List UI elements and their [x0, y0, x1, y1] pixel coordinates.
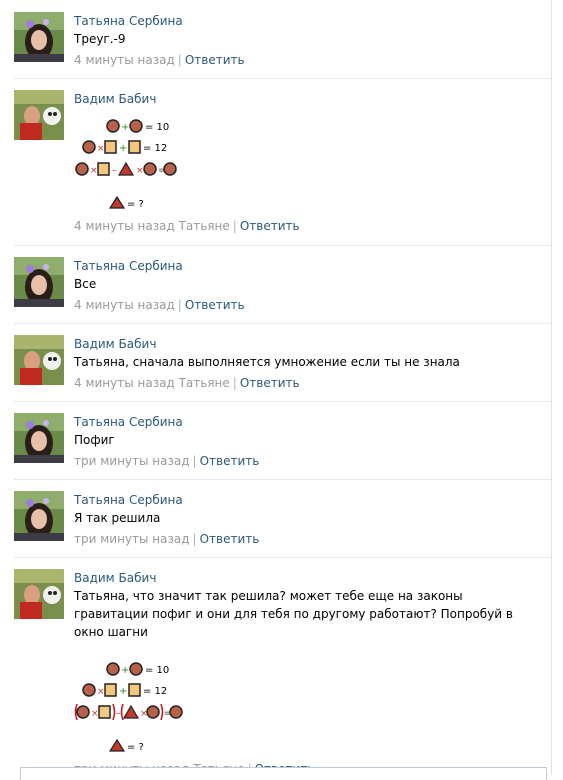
avatar[interactable]	[14, 491, 64, 541]
puzzle-line1: = 10	[145, 665, 169, 676]
reply-to[interactable]: Татьяне	[179, 376, 230, 390]
svg-text:×: ×	[97, 687, 105, 697]
svg-text:+: +	[121, 122, 129, 133]
reply-link[interactable]: Ответить	[200, 532, 260, 546]
puzzle-line4: = ?	[127, 742, 144, 753]
avatar[interactable]	[14, 413, 64, 463]
svg-text:–: –	[116, 708, 121, 719]
comment-meta: 4 минуты назад Татьяне | Ответить	[74, 219, 300, 233]
timestamp[interactable]: три минуты назад	[74, 532, 190, 546]
comment-text: Пофиг	[74, 433, 115, 447]
reply-link[interactable]: Ответить	[185, 53, 245, 67]
reply-link[interactable]: Ответить	[185, 298, 245, 312]
comment-input[interactable]	[20, 767, 547, 780]
svg-text:+: +	[121, 665, 129, 676]
author-link[interactable]: Татьяна Сербина	[74, 257, 544, 275]
avatar[interactable]	[14, 569, 64, 619]
timestamp[interactable]: 4 минуты назад	[74, 53, 175, 67]
puzzle-line4: = ?	[127, 199, 144, 210]
author-link[interactable]: Татьяна Сербина	[74, 413, 544, 431]
avatar[interactable]	[14, 257, 64, 307]
svg-text:+: +	[119, 143, 127, 154]
comments-panel: Татьяна Сербина Треуг.-9 4 минуты назад |…	[0, 0, 552, 780]
avatar[interactable]	[14, 12, 64, 62]
svg-text:×: ×	[97, 144, 105, 154]
avatar[interactable]	[14, 90, 64, 140]
comment-text: Все	[74, 277, 97, 291]
separator	[14, 245, 551, 246]
comment-meta: 4 минуты назад | Ответить	[74, 298, 245, 312]
reply-to[interactable]: Татьяне	[179, 219, 230, 233]
timestamp[interactable]: три минуты назад	[74, 454, 190, 468]
reply-link[interactable]: Ответить	[200, 454, 260, 468]
avatar[interactable]	[14, 335, 64, 385]
author-link[interactable]: Вадим Бабич	[74, 90, 544, 108]
reply-link[interactable]: Ответить	[240, 219, 300, 233]
separator	[14, 323, 551, 324]
svg-text:×: ×	[91, 709, 99, 719]
comment-meta: три минуты назад | Ответить	[74, 532, 260, 546]
svg-text:–: –	[112, 165, 117, 176]
svg-text:+: +	[119, 686, 127, 697]
timestamp[interactable]: 4 минуты назад	[74, 376, 175, 390]
comment-meta: 4 минуты назад | Ответить	[74, 53, 245, 67]
comment-text: Я так решила	[74, 511, 161, 525]
comment-meta: 4 минуты назад Татьяне | Ответить	[74, 376, 300, 390]
puzzle-image: + = 10 × + = 12 × – × = = ?	[74, 662, 183, 753]
author-link[interactable]: Татьяна Сербина	[74, 491, 544, 509]
timestamp[interactable]: 4 минуты назад	[74, 219, 175, 233]
comment-text: Татьяна, что значит так решила? может те…	[74, 589, 513, 639]
author-link[interactable]: Вадим Бабич	[74, 569, 544, 587]
puzzle-image: + = 10 × + = 12 × – × = = ?	[75, 119, 177, 210]
separator	[14, 557, 551, 558]
svg-text:×: ×	[136, 166, 144, 176]
puzzle-line2: = 12	[143, 686, 167, 697]
puzzle-line2: = 12	[143, 143, 167, 154]
separator	[14, 401, 551, 402]
timestamp[interactable]: 4 минуты назад	[74, 298, 175, 312]
puzzle-line1: = 10	[145, 122, 169, 133]
comment-meta: три минуты назад | Ответить	[74, 454, 260, 468]
comment-text: Татьяна, сначала выполняется умножение е…	[74, 355, 460, 369]
author-link[interactable]: Татьяна Сербина	[74, 12, 544, 30]
svg-text:×: ×	[90, 166, 98, 176]
separator	[14, 479, 551, 480]
separator	[14, 78, 551, 79]
svg-text:×: ×	[140, 709, 148, 719]
comment-text: Треуг.-9	[74, 32, 126, 46]
author-link[interactable]: Вадим Бабич	[74, 335, 544, 353]
reply-link[interactable]: Ответить	[240, 376, 300, 390]
